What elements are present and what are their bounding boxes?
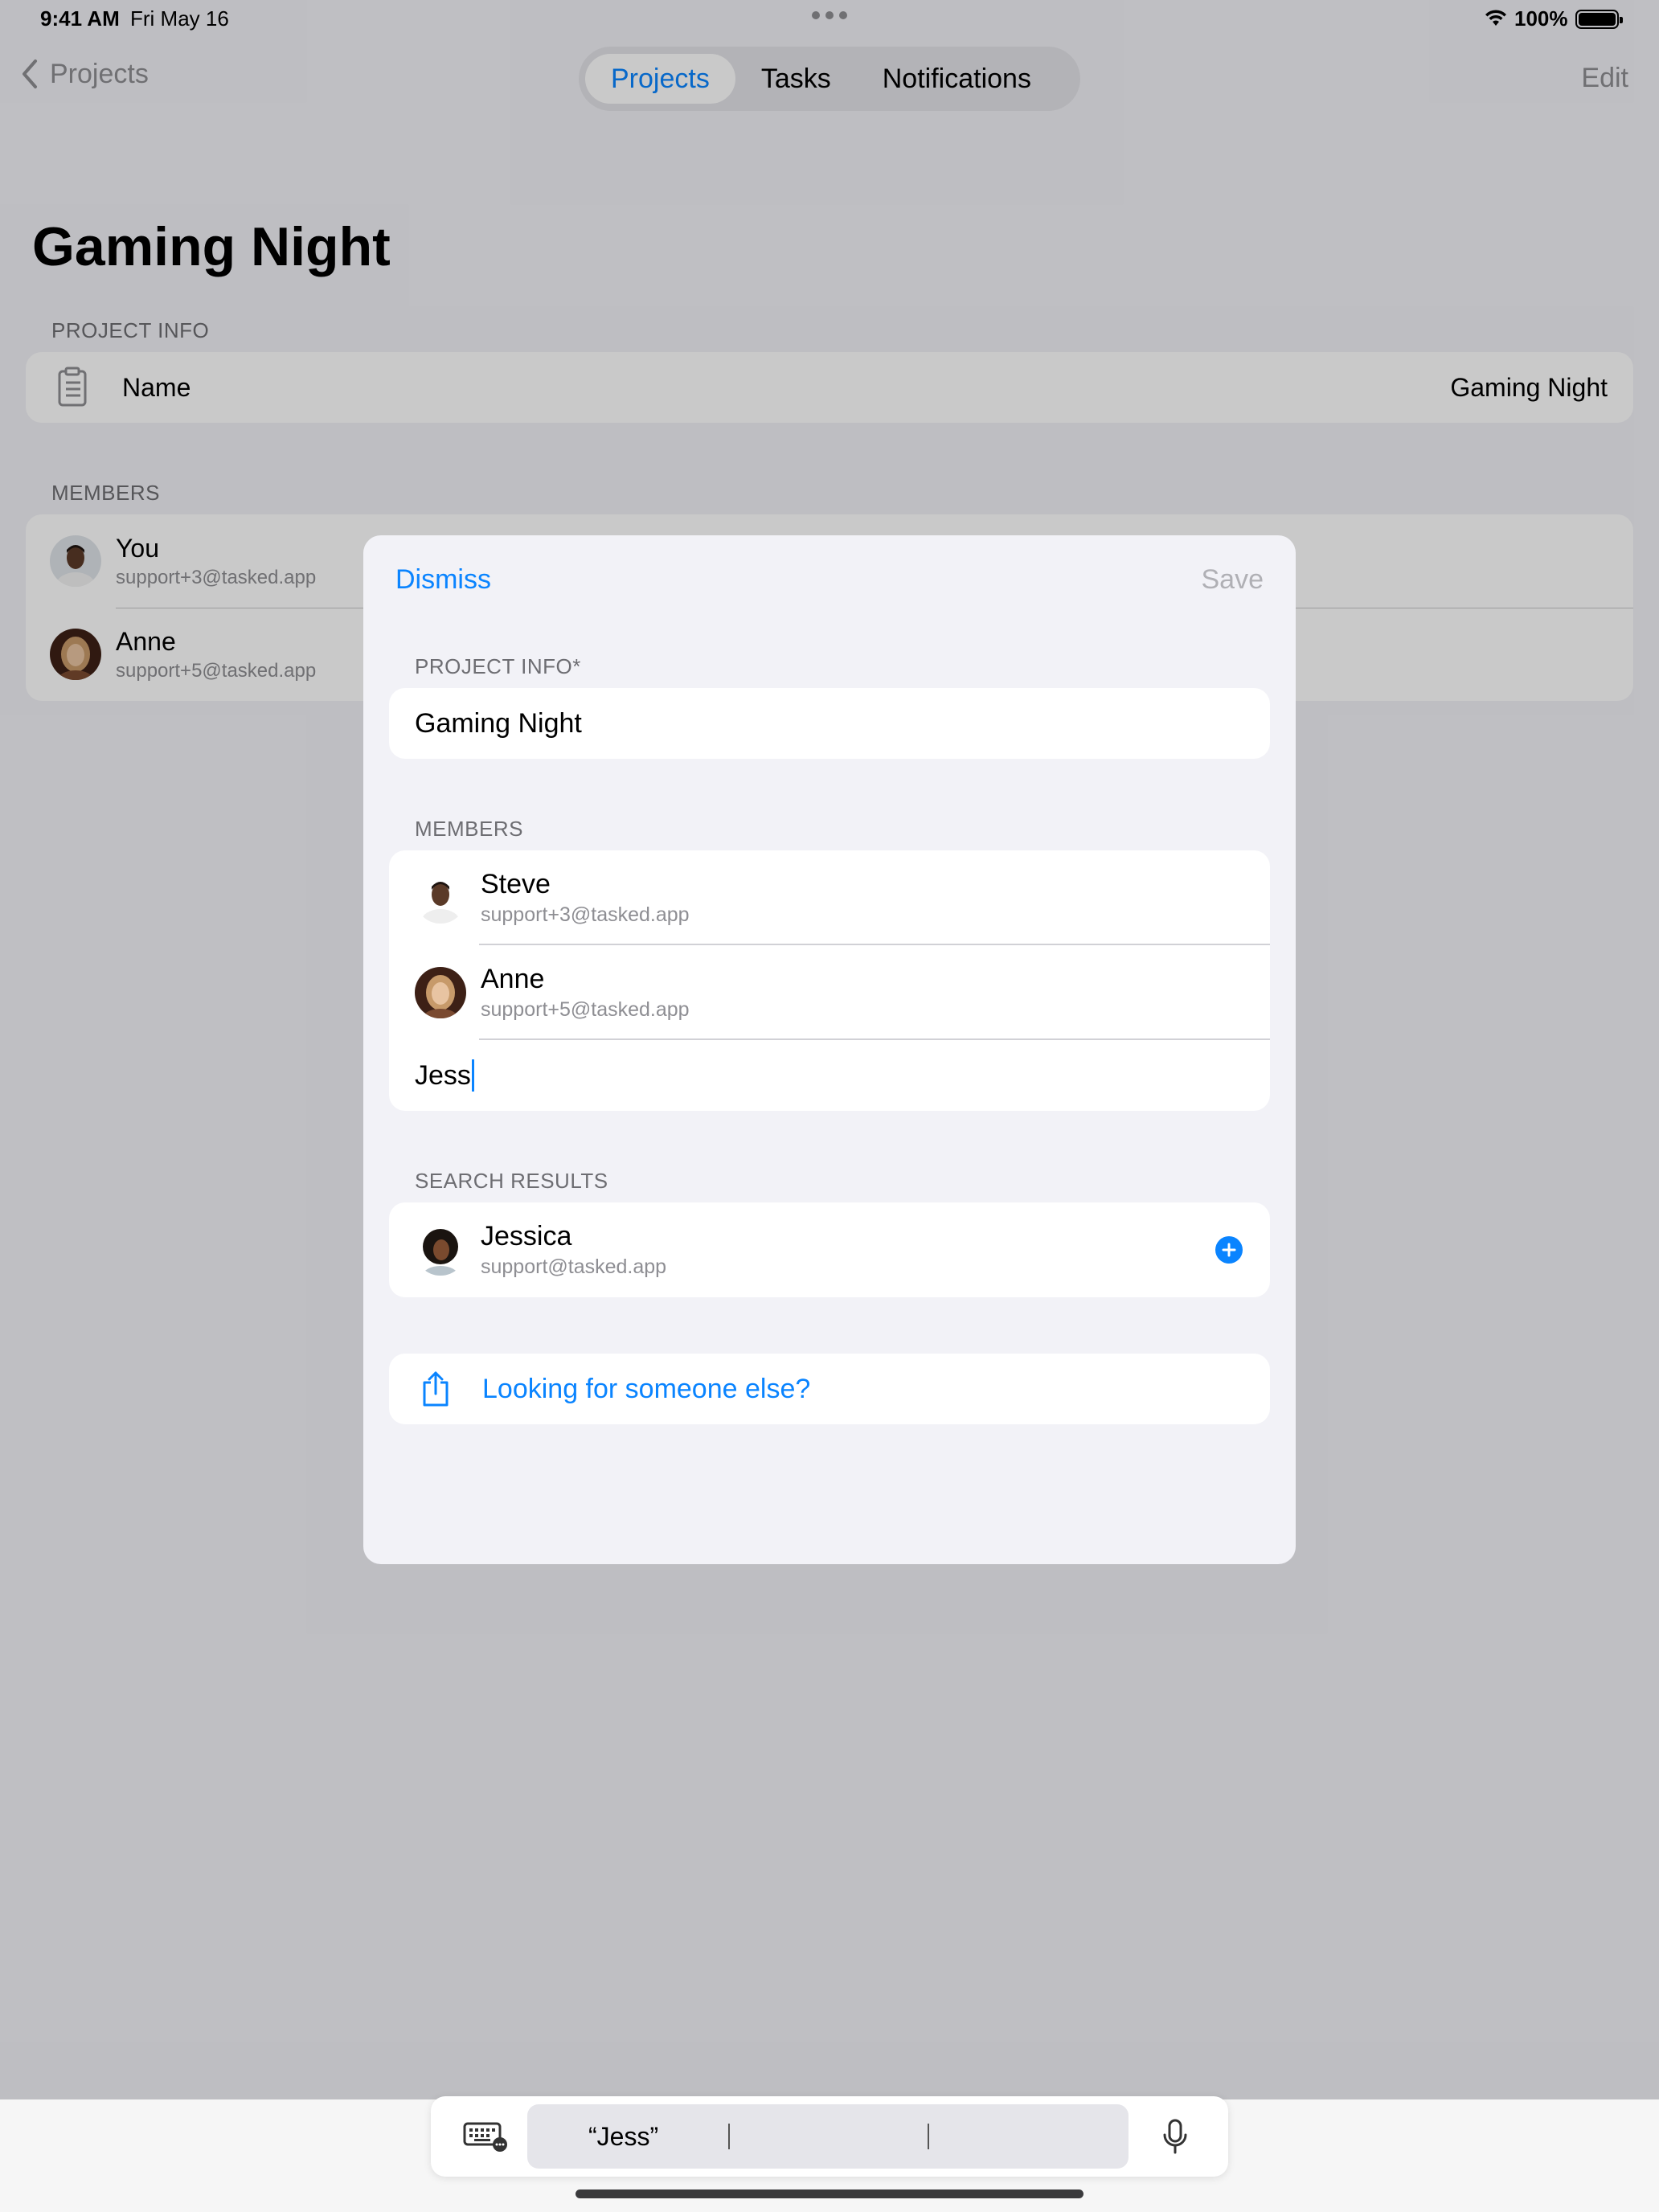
search-results-card: Jessica support@tasked.app — [389, 1202, 1270, 1297]
plus-circle-icon — [1222, 1243, 1236, 1257]
section-header-search-results: SEARCH RESULTS — [415, 1169, 608, 1193]
avatar — [415, 967, 466, 1018]
search-result-row[interactable]: Jessica support@tasked.app — [389, 1202, 1270, 1297]
section-header-project-info: PROJECT INFO* — [415, 654, 581, 678]
project-name-card: Gaming Night — [389, 688, 1270, 759]
members-card: Steve support+3@tasked.app Anne support+… — [389, 850, 1270, 1111]
divider — [728, 2124, 730, 2149]
avatar — [415, 1224, 466, 1276]
dismiss-button[interactable]: Dismiss — [395, 564, 491, 596]
member-name: Anne — [481, 964, 545, 994]
suggestion-bar: “Jess” — [527, 2104, 1129, 2169]
looking-for-someone-card: Looking for someone else? — [389, 1354, 1270, 1424]
member-row[interactable]: Steve support+3@tasked.app — [389, 850, 1270, 945]
home-indicator[interactable] — [576, 2189, 1083, 2198]
member-row[interactable]: Anne support+5@tasked.app — [389, 945, 1270, 1040]
text-caret — [471, 1059, 474, 1092]
share-icon — [423, 1371, 449, 1407]
keyboard-shortcut-bar: “Jess” — [431, 2096, 1228, 2177]
result-name: Jessica — [481, 1221, 572, 1251]
suggestion-item[interactable]: “Jess” — [588, 2122, 658, 2152]
section-header-members: MEMBERS — [415, 817, 523, 841]
member-name: Steve — [481, 869, 551, 899]
avatar — [415, 872, 466, 924]
member-email: support+5@tasked.app — [481, 998, 690, 1021]
member-search-input[interactable]: Jess — [389, 1040, 1270, 1111]
add-members-modal: Dismiss Save PROJECT INFO* Gaming Night … — [363, 535, 1296, 1564]
result-email: support@tasked.app — [481, 1256, 667, 1278]
divider — [928, 2124, 929, 2149]
add-member-button[interactable] — [1215, 1236, 1243, 1264]
save-button[interactable]: Save — [1202, 564, 1264, 596]
search-text: Jess — [415, 1059, 471, 1091]
keyboard-icon[interactable] — [463, 2120, 508, 2153]
project-name-field[interactable]: Gaming Night — [389, 688, 1270, 759]
microphone-icon[interactable] — [1161, 2117, 1190, 2156]
share-invite-button[interactable]: Looking for someone else? — [389, 1354, 1270, 1424]
member-email: support+3@tasked.app — [481, 903, 690, 926]
divider — [479, 1038, 1270, 1040]
looking-for-someone-label: Looking for someone else? — [482, 1373, 811, 1404]
